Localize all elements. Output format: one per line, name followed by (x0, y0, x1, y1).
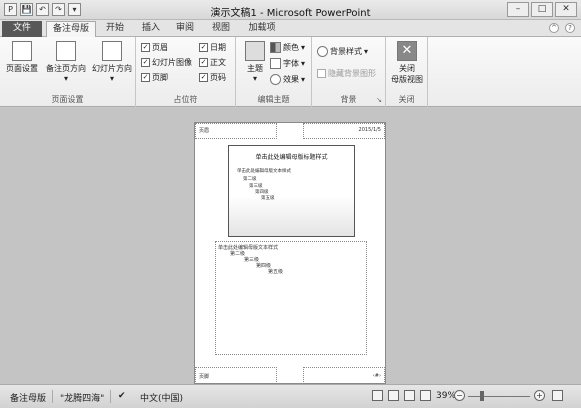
minimize-ribbon-icon[interactable]: ^ (549, 23, 559, 33)
group-edit-theme: 主题 ▾ 颜色 ▾ 字体 ▾ 效果 ▾ 编辑主题 (236, 37, 312, 107)
tab-review[interactable]: 审阅 (170, 21, 200, 37)
window-controls: – □ ✕ (507, 2, 577, 17)
slideshow-view-icon[interactable] (420, 390, 431, 401)
slide-sorter-view-icon[interactable] (388, 390, 399, 401)
group-label-close: 关闭 (398, 95, 415, 104)
status-bar: 备注母版 "龙腾四海" ✔ 中文(中国) 39% − + (0, 384, 581, 408)
theme-icon (245, 41, 265, 61)
group-page-setup: 页面设置 备注页方向 ▾ 幻灯片方向 ▾ 页面设置 (0, 37, 136, 107)
slide-bullet-2: 第二级 (243, 177, 257, 182)
spellcheck-icon[interactable]: ✔ (118, 391, 126, 401)
close-master-view-button[interactable]: ✕ 关闭 母版视图 (389, 41, 425, 85)
footer-placeholder[interactable]: 页脚 (195, 367, 277, 384)
normal-view-icon[interactable] (372, 390, 383, 401)
fonts-icon (270, 58, 281, 69)
group-background: 背景样式 ▾ 隐藏背景图形 背景 ↘ (312, 37, 386, 107)
status-theme: "龙腾四海" (60, 394, 105, 404)
window-title: 演示文稿1 - Microsoft PowerPoint (210, 8, 371, 19)
group-label-page-setup: 页面设置 (51, 95, 84, 104)
status-divider (52, 390, 53, 403)
checkbox-checked-icon: ✓ (141, 42, 150, 52)
slide-bullet-5: 第五级 (261, 196, 275, 201)
help-icon[interactable]: ? (565, 23, 575, 33)
header-placeholder[interactable]: 页眉 (195, 123, 277, 139)
tab-home[interactable]: 开始 (100, 21, 130, 37)
date-placeholder[interactable]: 2015/1/5 (303, 123, 385, 139)
page-setup-button[interactable]: 页面设置 (4, 41, 40, 74)
tab-view[interactable]: 视图 (206, 21, 236, 37)
notes-line-1: 单击此处编辑母版文本样式 (218, 245, 279, 251)
date-checkbox[interactable]: ✓ 日期 (199, 41, 226, 53)
group-label-background: 背景 (340, 95, 357, 104)
fit-to-window-icon[interactable] (552, 390, 563, 401)
notes-master-page[interactable]: 页眉 2015/1/5 单击此处编辑母版标题样式 单击此处编辑母版文本样式 第二… (194, 122, 386, 384)
body-checkbox[interactable]: ✓ 正文 (199, 56, 226, 68)
page-number-checkbox[interactable]: ✓ 页码 (199, 71, 226, 83)
notes-body-placeholder[interactable]: 单击此处编辑母版文本样式 第二级 第三级 第四级 第五级 (215, 241, 367, 355)
checkbox-checked-icon: ✓ (199, 42, 208, 52)
group-label-placeholders: 占位符 (173, 95, 198, 104)
zoom-in-button[interactable]: + (534, 390, 545, 401)
workspace: 页眉 2015/1/5 单击此处编辑母版标题样式 单击此处编辑母版文本样式 第二… (0, 108, 581, 384)
close-icon: ✕ (397, 41, 417, 61)
zoom-slider-thumb[interactable] (480, 391, 484, 401)
title-bar: P 💾 ↶ ↷ ▾ 演示文稿1 - Microsoft PowerPoint –… (0, 0, 581, 20)
slide-image-placeholder[interactable]: 单击此处编辑母版标题样式 单击此处编辑母版文本样式 第二级 第三级 第四级 第五… (228, 145, 355, 237)
notes-line-5: 第五级 (268, 269, 284, 275)
ribbon: 页面设置 备注页方向 ▾ 幻灯片方向 ▾ 页面设置 ✓ 页眉 ✓ 幻灯片图像 ✓ 页脚 ✓… (0, 37, 581, 107)
page-setup-icon (12, 41, 32, 61)
hide-background-graphics-checkbox[interactable]: 隐藏背景图形 (317, 67, 376, 79)
dialog-launcher-icon[interactable]: ↘ (376, 96, 382, 104)
reading-view-icon[interactable] (404, 390, 415, 401)
ribbon-right-controls: ^ ? (549, 23, 575, 33)
slide-orientation-icon (102, 41, 122, 61)
effects-icon (270, 74, 281, 85)
zoom-slider[interactable] (468, 396, 530, 397)
colors-icon (270, 42, 281, 53)
status-view: 备注母版 (10, 394, 47, 404)
slide-image-checkbox[interactable]: ✓ 幻灯片图像 (141, 56, 192, 68)
tab-insert[interactable]: 插入 (136, 21, 166, 37)
page-number-placeholder[interactable]: ‹#› (303, 367, 385, 384)
notes-orientation-button[interactable]: 备注页方向 ▾ (44, 41, 88, 83)
theme-button[interactable]: 主题 ▾ (242, 41, 268, 83)
checkbox-checked-icon: ✓ (141, 72, 150, 82)
notes-line-2: 第二级 (230, 251, 246, 257)
notes-orientation-icon (56, 41, 76, 61)
status-divider (110, 390, 111, 403)
status-language[interactable]: 中文(中国) (140, 391, 183, 404)
checkbox-unchecked-icon (317, 68, 326, 78)
background-styles-button[interactable]: 背景样式 ▾ (317, 45, 368, 58)
fonts-button[interactable]: 字体 ▾ (270, 57, 305, 70)
minimize-button[interactable]: – (507, 2, 529, 17)
tab-notes-master[interactable]: 备注母版 (46, 21, 96, 37)
slide-orientation-button[interactable]: 幻灯片方向 ▾ (90, 41, 134, 83)
tab-addins[interactable]: 加载项 (244, 21, 280, 37)
checkbox-checked-icon: ✓ (199, 57, 208, 67)
footer-checkbox[interactable]: ✓ 页脚 (141, 71, 168, 83)
zoom-level[interactable]: 39% (436, 391, 456, 401)
group-close: ✕ 关闭 母版视图 关闭 (386, 37, 428, 107)
zoom-out-button[interactable]: − (454, 390, 465, 401)
slide-title: 单击此处编辑母版标题样式 (255, 154, 328, 161)
maximize-button[interactable]: □ (531, 2, 553, 17)
background-styles-icon (317, 46, 328, 57)
tab-file[interactable]: 文件 (2, 21, 42, 37)
effects-button[interactable]: 效果 ▾ (270, 73, 305, 86)
slide-bullet-1: 单击此处编辑母版文本样式 (237, 169, 291, 174)
group-label-edit-theme: 编辑主题 (257, 95, 290, 104)
group-placeholders: ✓ 页眉 ✓ 幻灯片图像 ✓ 页脚 ✓ 日期 ✓ 正文 ✓ 页码 占位符 (136, 37, 236, 107)
header-checkbox[interactable]: ✓ 页眉 (141, 41, 168, 53)
close-window-button[interactable]: ✕ (555, 2, 577, 17)
ribbon-tabs: 文件 备注母版 开始 插入 审阅 视图 加载项 ^ ? (0, 20, 581, 37)
checkbox-checked-icon: ✓ (141, 57, 150, 67)
checkbox-checked-icon: ✓ (199, 72, 208, 82)
colors-button[interactable]: 颜色 ▾ (270, 41, 305, 54)
